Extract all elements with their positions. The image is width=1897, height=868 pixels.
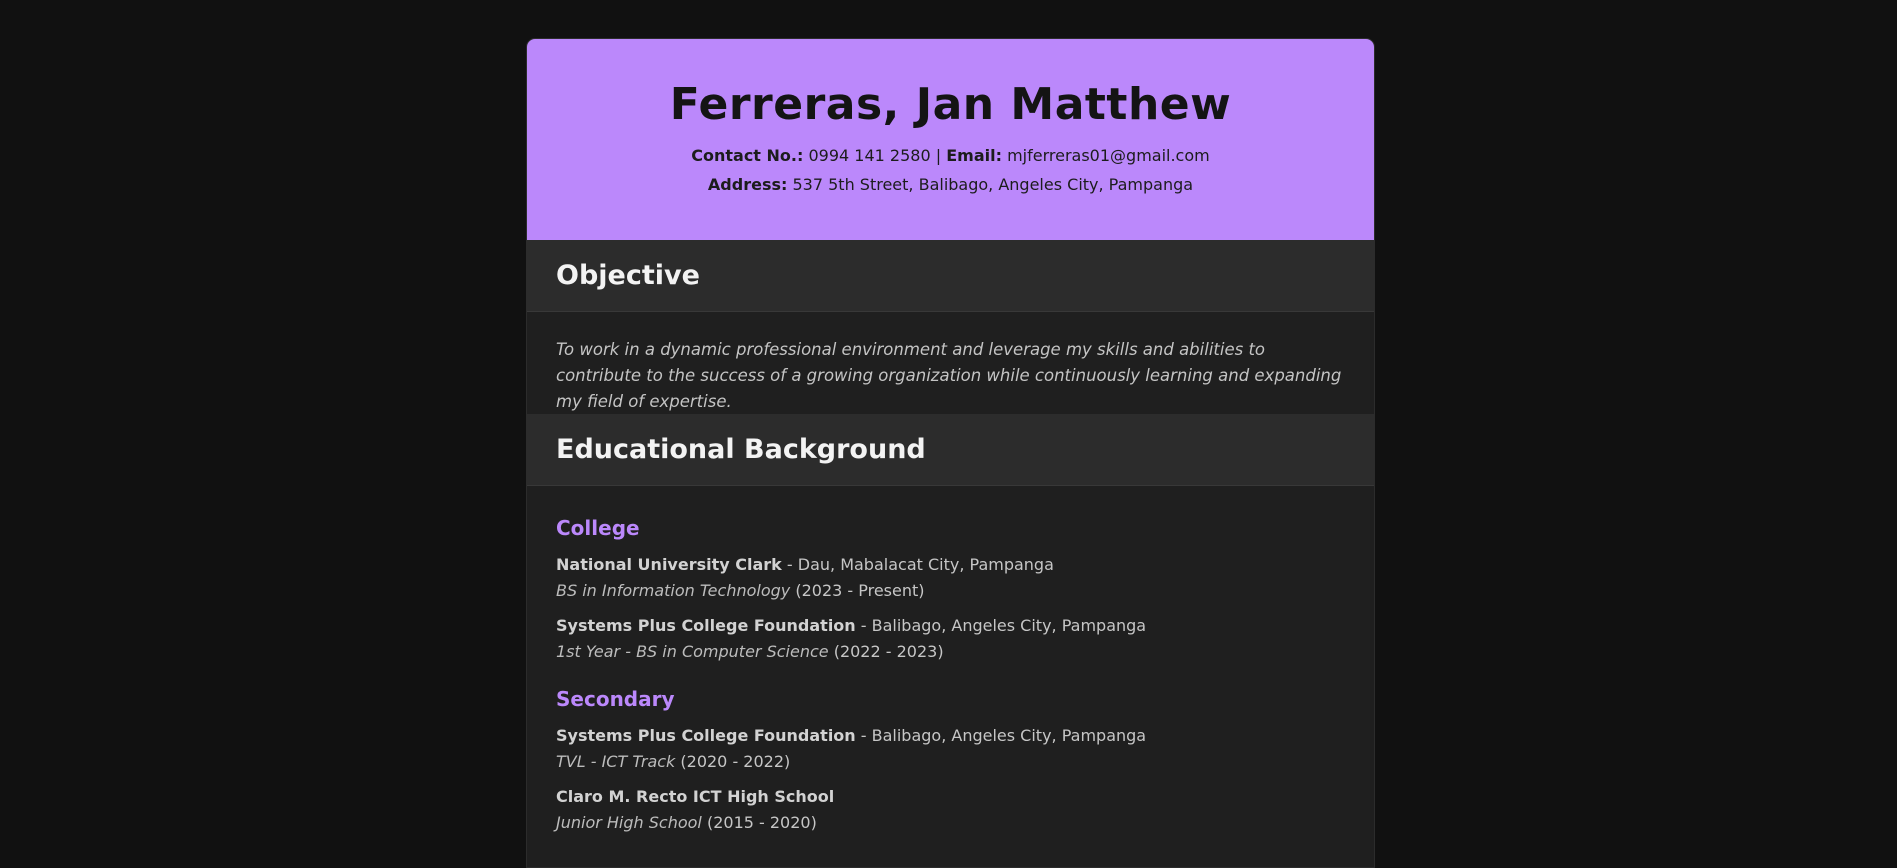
school-name: Systems Plus College Foundation [556,616,856,635]
objective-text: To work in a dynamic professional enviro… [556,340,1342,411]
address-label: Address: [707,175,788,194]
secondary-heading: Secondary [556,687,675,711]
school-location: - Dau, Mabalacat City, Pampanga [781,555,1054,574]
contact-line: Contact No.: 0994 141 2580 | Email: mjfe… [527,141,1374,170]
address-value: 537 5th Street, Balibago, Angeles City, … [792,175,1194,194]
school-name: Claro M. Recto ICT High School [556,787,835,806]
course-name: Junior High School [556,813,702,832]
course-years: (2015 - 2020) [701,813,817,832]
education-entry: Claro M. Recto ICT High School Junior Hi… [556,784,1345,836]
contact-label: Contact No.: [691,146,804,165]
email-label: Email: [946,146,1002,165]
address-line: Address: 537 5th Street, Balibago, Angel… [527,170,1374,199]
email-value: mjferreras01@gmail.com [1007,146,1210,165]
education-entry: Systems Plus College Foundation - Baliba… [556,613,1345,665]
school-location: - Balibago, Angeles City, Pampanga [855,616,1147,635]
contact-number: 0994 141 2580 [808,146,931,165]
resume-card: Ferreras, Jan Matthew Contact No.: 0994 … [526,38,1375,868]
resume-header: Ferreras, Jan Matthew Contact No.: 0994 … [527,39,1374,240]
objective-section-header: Objective [527,240,1374,312]
education-entry: National University Clark - Dau, Mabalac… [556,552,1345,604]
course-name: 1st Year - BS in Computer Science [556,642,829,661]
course-years: (2020 - 2022) [675,752,791,771]
school-name: Systems Plus College Foundation [556,726,856,745]
course-years: (2022 - 2023) [828,642,944,661]
education-title: Educational Background [556,434,926,465]
college-heading: College [556,516,640,540]
course-name: TVL - ICT Track [556,752,676,771]
school-location: - Balibago, Angeles City, Pampanga [855,726,1147,745]
person-name: Ferreras, Jan Matthew [669,79,1232,130]
separator: | [935,146,942,165]
objective-title: Objective [556,260,700,291]
education-body: College National University Clark - Dau,… [527,486,1374,836]
education-section-header: Educational Background [527,414,1374,486]
education-entry: Systems Plus College Foundation - Baliba… [556,723,1345,775]
course-name: BS in Information Technology [556,581,791,600]
course-years: (2023 - Present) [790,581,925,600]
school-name: National University Clark [556,555,782,574]
